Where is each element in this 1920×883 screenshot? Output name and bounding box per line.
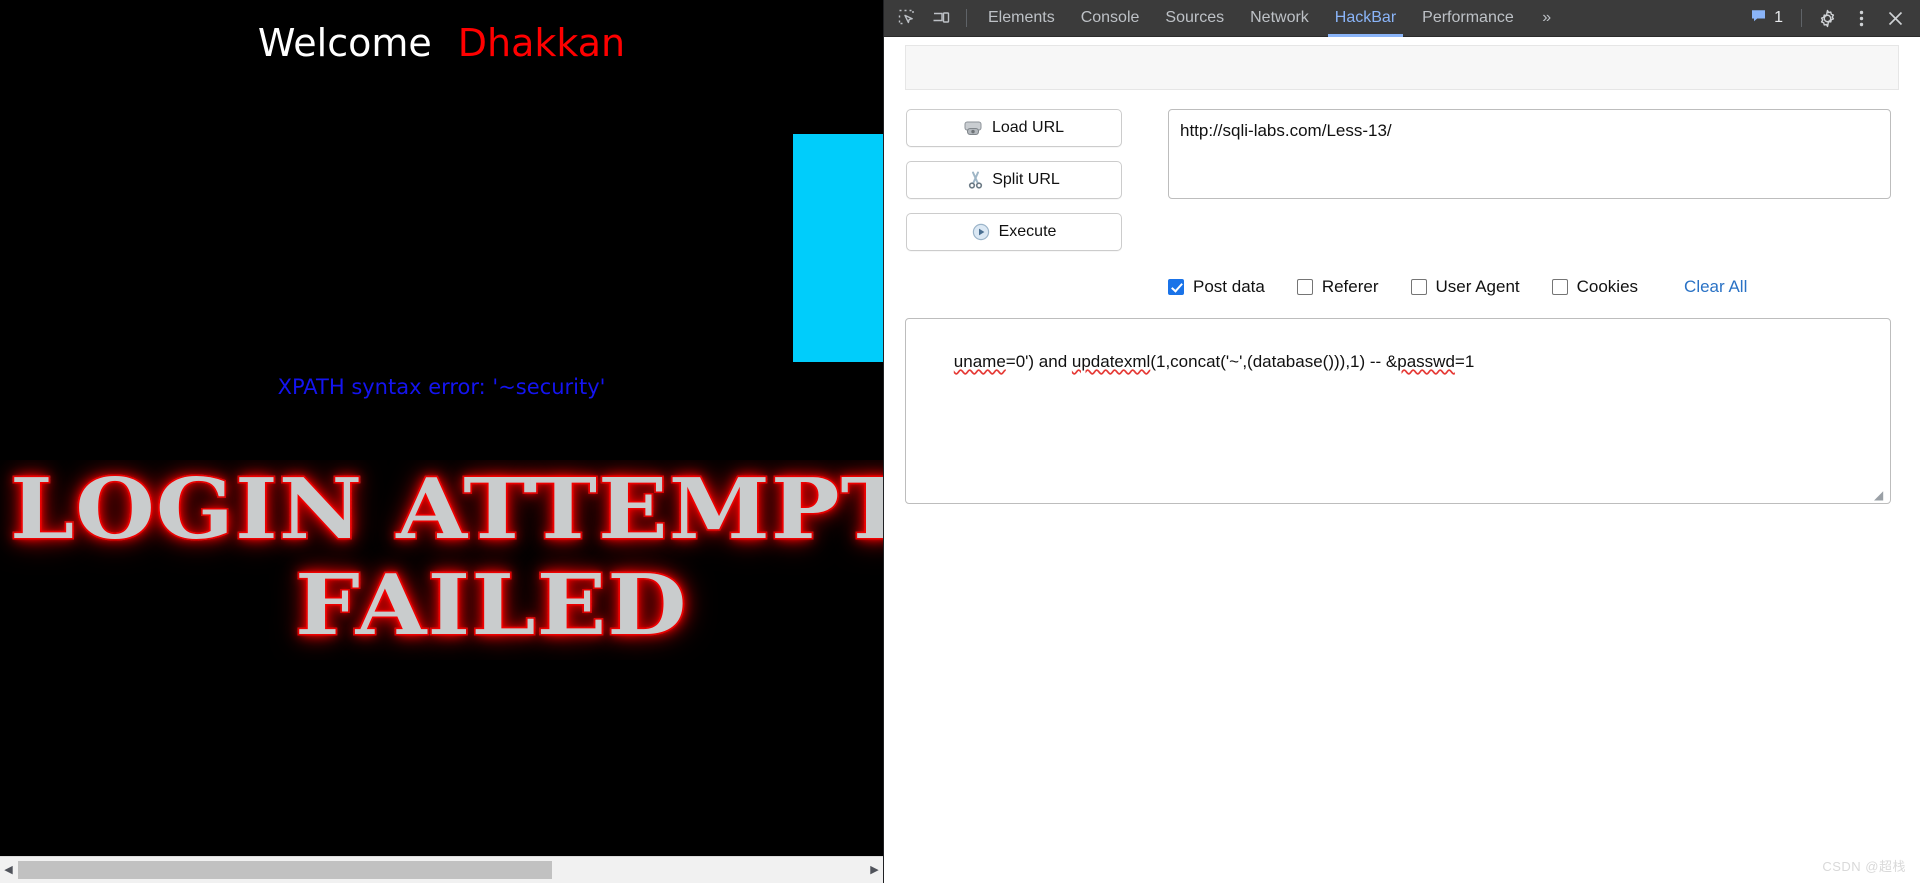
browser-page-pane: Welcome Dhakkan XPATH syntax error: '~sec… xyxy=(0,0,883,883)
scroll-right-arrow-icon[interactable]: ▶ xyxy=(866,857,883,883)
tab-overflow-chevron-icon[interactable]: » xyxy=(1531,4,1563,32)
issues-counter[interactable]: 1 xyxy=(1740,7,1793,29)
cookies-checkbox[interactable] xyxy=(1551,279,1568,295)
split-url-button[interactable]: Split URL xyxy=(906,161,1122,199)
art-line-failed: FAILED xyxy=(293,555,688,656)
welcome-heading: Welcome Dhakkan xyxy=(0,21,883,66)
execute-button-label: Execute xyxy=(998,223,1057,240)
referer-checkbox[interactable] xyxy=(1296,279,1313,295)
cookies-option[interactable]: Cookies xyxy=(1551,277,1639,297)
more-options-icon[interactable] xyxy=(1846,4,1876,32)
toolbar-divider xyxy=(966,9,967,27)
horizontal-scrollbar-thumb[interactable] xyxy=(18,861,552,879)
execute-button[interactable]: Execute xyxy=(906,213,1122,251)
page-horizontal-scrollbar[interactable]: ◀ ▶ xyxy=(0,856,883,883)
url-input[interactable]: http://sqli-labs.com/Less-13/ xyxy=(1168,109,1891,199)
art-line-login-attempt: LOGIN ATTEMPT xyxy=(8,460,883,560)
tab-sources[interactable]: Sources xyxy=(1152,0,1237,37)
load-url-button-label: Load URL xyxy=(991,119,1065,136)
split-url-scissors-icon xyxy=(968,171,983,189)
tab-hackbar[interactable]: HackBar xyxy=(1322,0,1409,37)
user-agent-option[interactable]: User Agent xyxy=(1410,277,1520,297)
devtools-panel: Elements Console Sources Network HackBar… xyxy=(883,0,1920,883)
gear-icon[interactable] xyxy=(1812,4,1842,32)
cyan-placeholder-block xyxy=(793,134,883,362)
cookies-label: Cookies xyxy=(1576,277,1639,296)
hackbar-top-strip xyxy=(905,45,1899,90)
devtools-tab-list: Elements Console Sources Network HackBar… xyxy=(975,0,1527,37)
close-icon[interactable] xyxy=(1880,4,1910,32)
devtools-toolbar: Elements Console Sources Network HackBar… xyxy=(884,0,1920,37)
load-url-icon xyxy=(964,120,983,137)
clear-all-link[interactable]: Clear All xyxy=(1684,277,1747,297)
referer-label: Referer xyxy=(1321,277,1379,296)
split-url-button-label: Split URL xyxy=(992,171,1060,188)
load-url-button[interactable]: Load URL xyxy=(906,109,1122,147)
post-data-input[interactable]: uname=0') and updatexml(1,concat('~',(da… xyxy=(905,318,1891,504)
tab-elements[interactable]: Elements xyxy=(975,0,1068,37)
execute-play-icon xyxy=(972,223,990,241)
issues-count-label: 1 xyxy=(1774,9,1783,26)
login-attempt-failed-artwork: LOGIN ATTEMPT FAILED xyxy=(0,460,883,660)
tab-network[interactable]: Network xyxy=(1237,0,1322,37)
post-data-checkbox[interactable] xyxy=(1168,279,1184,295)
page-viewport: Welcome Dhakkan XPATH syntax error: '~sec… xyxy=(0,0,883,856)
tab-performance[interactable]: Performance xyxy=(1409,0,1527,37)
watermark-label: CSDN @超栈 xyxy=(1822,859,1906,874)
referer-option[interactable]: Referer xyxy=(1296,277,1379,297)
tab-console[interactable]: Console xyxy=(1068,0,1153,37)
hackbar-options-row: Post data Referer User Agent Cookies Cle… xyxy=(1168,277,1747,297)
welcome-word: Welcome xyxy=(257,21,432,65)
toolbar-divider-right xyxy=(1801,9,1802,27)
textarea-resize-grip[interactable]: ◢ xyxy=(1874,489,1886,501)
inspect-element-icon[interactable] xyxy=(892,4,922,32)
welcome-username: Dhakkan xyxy=(457,21,626,65)
device-toolbar-icon[interactable] xyxy=(926,4,956,32)
hackbar-panel: Load URL Split URL Execute http://sqli-l… xyxy=(884,37,1920,883)
xpath-error-message: XPATH syntax error: '~security' xyxy=(277,375,606,399)
user-agent-label: User Agent xyxy=(1435,277,1520,296)
devtools-toolbar-right: 1 xyxy=(1740,4,1920,32)
post-data-label: Post data xyxy=(1193,277,1265,296)
hackbar-button-column: Load URL Split URL Execute xyxy=(906,109,1122,265)
post-data-option[interactable]: Post data xyxy=(1168,277,1265,297)
user-agent-checkbox[interactable] xyxy=(1410,279,1427,295)
screenshot-root: Welcome Dhakkan XPATH syntax error: '~sec… xyxy=(0,0,1920,883)
issues-message-icon xyxy=(1750,7,1767,29)
scroll-left-arrow-icon[interactable]: ◀ xyxy=(0,857,17,883)
